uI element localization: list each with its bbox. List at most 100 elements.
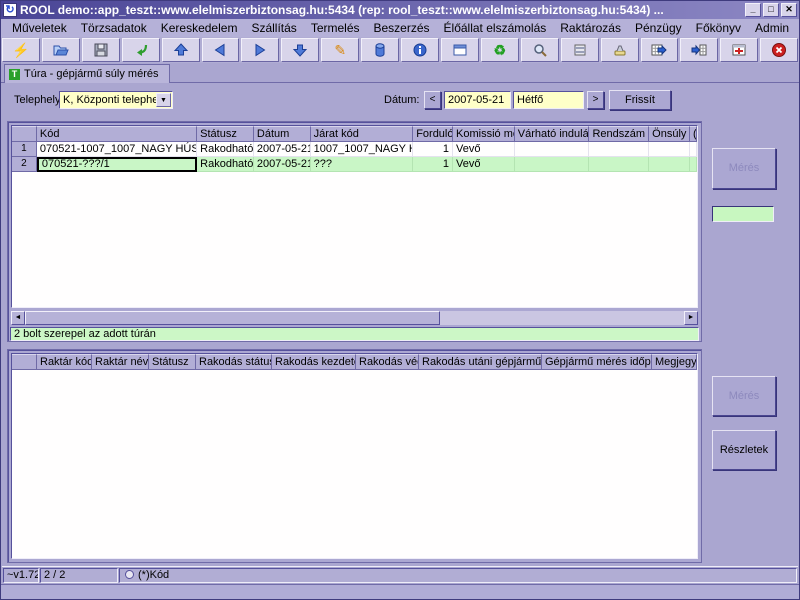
info-button[interactable] <box>401 38 439 62</box>
menu-admin[interactable]: Admin <box>748 20 796 36</box>
reszletek-button[interactable]: Részletek <box>712 430 776 470</box>
edit-button[interactable]: ✎ <box>321 38 360 62</box>
weekday-field[interactable]: Hétfő <box>513 91 584 109</box>
telephely-combobox[interactable]: K, Központi telephely ▼ <box>59 91 173 109</box>
cell-onsuly[interactable] <box>649 142 690 157</box>
save-button[interactable] <box>81 38 120 62</box>
first-record-button[interactable] <box>161 38 200 62</box>
col-rakodas-kezdete[interactable]: Rakodás kezdete <box>272 354 356 370</box>
meres-button-top[interactable]: Mérés <box>712 148 776 189</box>
search-button[interactable] <box>520 38 559 62</box>
cell-kod[interactable]: 070521-1007_1007_NAGY HÚS KFT./1 <box>36 142 198 157</box>
col-jarat-kod[interactable]: Járat kód <box>310 126 414 142</box>
cell-rendszam[interactable] <box>589 157 650 172</box>
cell-rendszam[interactable] <box>589 142 650 157</box>
cell-fordulo[interactable]: 1 <box>413 157 454 172</box>
open-button[interactable] <box>41 38 80 62</box>
date-prev-button[interactable]: < <box>424 91 441 109</box>
previous-record-button[interactable] <box>201 38 240 62</box>
refresh-button[interactable]: ♻ <box>480 38 519 62</box>
cell-datum[interactable]: 2007-05-21 <box>253 142 311 157</box>
cell-kod-focused[interactable]: 070521-???/1 <box>36 157 198 172</box>
minimize-button[interactable]: _ <box>745 3 761 17</box>
scale-button[interactable] <box>600 38 639 62</box>
cell-jarat[interactable]: 1007_1007_NAGY HÚS KFT. <box>310 142 414 157</box>
form-button[interactable] <box>440 38 479 62</box>
col-megjegyzes[interactable]: Megjegyzés <box>652 354 697 370</box>
cell-komissio[interactable]: Vevő <box>453 142 515 157</box>
last-record-button[interactable] <box>281 38 320 62</box>
pencil-icon: ✎ <box>334 42 347 58</box>
col-rakodas-vege[interactable]: Rakodás vége <box>356 354 419 370</box>
col-meres-idopontja[interactable]: Gépjármű mérés időpontja <box>542 354 652 370</box>
tours-grid: Kód Státusz Dátum Járat kód Forduló Komi… <box>11 125 698 308</box>
tab-tura-gepjarmu-suly-meres[interactable]: T Túra - gépjármű súly mérés <box>4 64 170 83</box>
col-statusz[interactable]: Státusz <box>149 354 196 370</box>
scroll-right-icon[interactable]: ► <box>684 311 698 325</box>
close-button[interactable]: ✕ <box>781 3 797 17</box>
menu-raktarozas[interactable]: Raktározás <box>553 20 628 36</box>
cell-datum[interactable]: 2007-05-21 <box>253 157 311 172</box>
cell-varhato[interactable] <box>514 157 590 172</box>
tab-bar: T Túra - gépjármű súly mérés <box>1 63 799 83</box>
undo-button[interactable] <box>121 38 160 62</box>
cell-jarat[interactable]: ??? <box>310 157 414 172</box>
menu-bar: Műveletek Törzsadatok Kereskedelem Száll… <box>1 19 799 37</box>
col-varhato-indulas[interactable]: Várható indulás <box>514 126 590 142</box>
menu-eloallat[interactable]: Élőállat elszámolás <box>437 20 554 36</box>
cell-fordulo[interactable]: 1 <box>413 142 454 157</box>
sort-label: (*)Kód <box>138 569 170 581</box>
rows-icon <box>574 44 586 56</box>
cell-komissio[interactable]: Vevő <box>453 157 515 172</box>
connect-button[interactable]: ⚡ <box>2 38 40 62</box>
scroll-left-icon[interactable]: ◄ <box>11 311 25 325</box>
col-statusz[interactable]: Státusz <box>197 126 254 142</box>
horizontal-scrollbar[interactable]: ◄ ► <box>11 311 698 325</box>
cell-cut[interactable] <box>690 142 697 157</box>
cell-statusz[interactable]: Rakodható <box>197 142 254 157</box>
table-row-selected[interactable]: 2 070521-???/1 Rakodható 2007-05-21 ??? … <box>12 157 697 172</box>
scrollbar-thumb[interactable] <box>25 311 440 325</box>
database-button[interactable] <box>361 38 400 62</box>
col-rakodas-statusz[interactable]: Rakodás státusz <box>196 354 272 370</box>
table-import-button[interactable] <box>680 38 719 62</box>
menu-muveletek[interactable]: Műveletek <box>5 20 74 36</box>
col-komissio-mod[interactable]: Komissió mód <box>453 126 515 142</box>
cell-onsuly[interactable] <box>649 157 690 172</box>
menu-termeles[interactable]: Termelés <box>304 20 367 36</box>
col-rakodas-utani-suly[interactable]: Rakodás utáni gépjármű súly <box>419 354 542 370</box>
frissit-button[interactable]: Frissít <box>609 90 671 110</box>
col-kod[interactable]: Kód <box>36 126 198 142</box>
date-next-button[interactable]: > <box>587 91 604 109</box>
menu-fokonyv[interactable]: Főkönyv <box>689 20 748 36</box>
meres-button-bottom[interactable]: Mérés <box>712 376 776 416</box>
menu-torzsadatok[interactable]: Törzsadatok <box>74 20 154 36</box>
table-close-button[interactable] <box>720 38 759 62</box>
menu-szallitas[interactable]: Szállítás <box>244 20 303 36</box>
col-datum[interactable]: Dátum <box>253 126 311 142</box>
menu-penzugy[interactable]: Pénzügy <box>628 20 689 36</box>
col-rendszam[interactable]: Rendszám <box>589 126 650 142</box>
col-raktar-kod[interactable]: Raktár kód <box>37 354 92 370</box>
next-record-button[interactable] <box>241 38 280 62</box>
date-field[interactable]: 2007-05-21 <box>444 91 511 109</box>
telephely-label: Telephely: <box>14 94 64 106</box>
radio-icon[interactable] <box>125 570 134 579</box>
list-view-button[interactable] <box>560 38 599 62</box>
col-onsuly[interactable]: Önsúly (kg) <box>649 126 690 142</box>
weight-field[interactable] <box>712 206 774 222</box>
col-fordulo[interactable]: Forduló <box>413 126 454 142</box>
col-raktar-nev[interactable]: Raktár név <box>92 354 149 370</box>
table-export-button[interactable] <box>640 38 679 62</box>
menu-kereskedelem[interactable]: Kereskedelem <box>154 20 245 36</box>
maximize-button[interactable]: □ <box>763 3 779 17</box>
save-icon <box>94 43 108 57</box>
menu-beszerzes[interactable]: Beszerzés <box>367 20 437 36</box>
table-row[interactable]: 1 070521-1007_1007_NAGY HÚS KFT./1 Rakod… <box>12 142 697 157</box>
cell-statusz[interactable]: Rakodható <box>197 157 254 172</box>
chevron-down-icon[interactable]: ▼ <box>156 93 171 107</box>
cell-varhato[interactable] <box>514 142 590 157</box>
cell-cut[interactable] <box>689 157 697 172</box>
exit-button[interactable] <box>760 38 799 62</box>
col-cut[interactable]: ( <box>690 126 697 142</box>
